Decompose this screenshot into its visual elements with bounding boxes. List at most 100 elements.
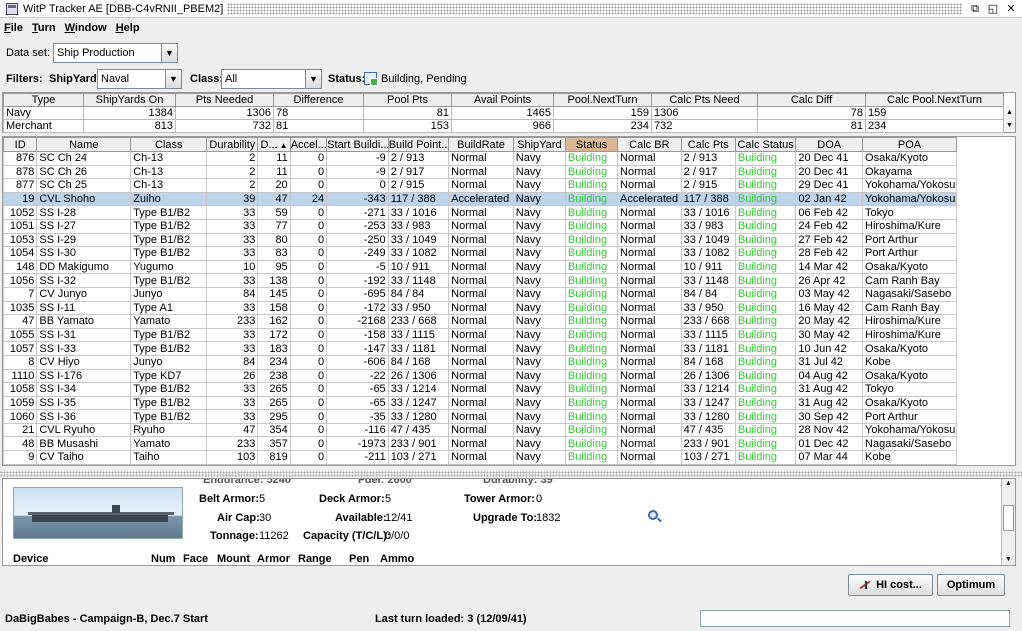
table-cell: -343 xyxy=(326,191,389,207)
table-cell: 233 / 901 xyxy=(680,436,736,452)
status-filter-icon[interactable] xyxy=(364,72,378,86)
summary-row[interactable]: Merchant 813 732 81 153 966 234 732 81 234 xyxy=(3,119,1004,133)
magnifier-icon[interactable] xyxy=(648,510,658,520)
table-row[interactable]: 876 SC Ch 24 Ch-13 2 11 0 -9 2 / 913 Normal Navy B… xyxy=(3,151,957,166)
table-row[interactable]: 1055 SS I-31 Type B1/B2 33 172 0 -158 33 / 1115… xyxy=(3,327,957,343)
summary-column-header[interactable]: Calc Diff xyxy=(757,93,866,107)
table-cell: Normal xyxy=(448,409,514,424)
table-row[interactable]: 878 SC Ch 26 Ch-13 2 11 0 -9 2 / 917 Normal Navy B… xyxy=(3,164,957,180)
maximize-window-icon[interactable]: ◱ xyxy=(986,2,1000,16)
table-cell: 84 xyxy=(206,286,259,302)
menu-help[interactable]: Help xyxy=(116,22,140,34)
summary-column-header[interactable]: Pool.NextTurn xyxy=(553,93,652,107)
grid-column-header[interactable]: Name xyxy=(36,137,132,152)
table-cell: Type B1/B2 xyxy=(130,205,208,220)
grid-column-header[interactable]: Start Buildi... xyxy=(326,137,389,152)
table-row[interactable]: 877 SC Ch 25 Ch-13 2 20 0 0 2 / 915 Normal Navy Bu… xyxy=(3,178,957,193)
class-filter-select[interactable]: All ▼ xyxy=(221,69,322,89)
summary-column-header[interactable]: Calc Pts Need xyxy=(651,93,758,107)
tower-armor-value: 0 xyxy=(536,493,543,505)
table-cell: Normal xyxy=(617,341,682,356)
table-cell: Type B1/B2 xyxy=(130,273,208,288)
table-row[interactable]: 1051 SS I-27 Type B1/B2 33 77 0 -253 33 / 983 No… xyxy=(3,218,957,234)
menu-window[interactable]: Window xyxy=(65,22,107,34)
menu-turn[interactable]: Turn xyxy=(32,22,56,34)
grid-column-header[interactable]: ShipYard xyxy=(512,137,566,152)
table-row[interactable]: 148 DD Makigumo Yugumo 10 95 0 -5 10 / 911 Norma… xyxy=(3,259,957,275)
summary-column-header[interactable]: Pts Needed xyxy=(175,93,274,107)
summary-column-header[interactable]: Pool Pts xyxy=(363,93,452,107)
table-cell: 878 xyxy=(3,164,38,180)
table-cell: 33 / 1280 xyxy=(387,409,450,424)
table-cell: 138 xyxy=(257,273,291,288)
summary-scrollbar[interactable]: ▲ ▼ xyxy=(1003,106,1015,132)
restore-window-icon[interactable]: ⧉ xyxy=(968,2,982,16)
range-column-header: Range xyxy=(298,553,332,565)
table-row[interactable]: 1056 SS I-32 Type B1/B2 33 138 0 -192 33 / 1148… xyxy=(3,273,957,288)
hi-cost-button[interactable]: HI cost... xyxy=(848,574,933,596)
table-row[interactable]: 1058 SS I-34 Type B1/B2 33 265 0 -65 33 / 1214 N… xyxy=(3,382,957,397)
summary-column-header[interactable]: Avail Points xyxy=(451,93,554,107)
grid-column-header[interactable]: Status xyxy=(564,137,619,152)
panel-splitter[interactable] xyxy=(0,471,1022,477)
table-row[interactable]: 9 CV Taiho Taiho 103 819 0 -211 103 / 271 Normal… xyxy=(3,450,957,465)
detail-scrollbar[interactable]: ▲ ▼ xyxy=(1001,479,1015,565)
table-cell: 0 xyxy=(289,395,328,411)
table-row[interactable]: 1054 SS I-30 Type B1/B2 33 83 0 -249 33 / 1082 N… xyxy=(3,246,957,261)
chevron-down-icon[interactable]: ▼ xyxy=(161,44,177,62)
table-cell: 33 / 1115 xyxy=(387,327,450,343)
grid-column-header[interactable]: Calc Status xyxy=(734,137,797,152)
table-cell: 1058 xyxy=(3,382,38,397)
grid-column-header[interactable]: D... ▲ xyxy=(257,137,291,152)
table-row[interactable]: 48 BB Musashi Yamato 233 357 0 -1973 233 / 901 N… xyxy=(3,436,957,452)
table-cell: Building xyxy=(734,232,797,248)
ship-image xyxy=(13,487,183,539)
sort-ascending-icon[interactable]: ▲ xyxy=(280,141,288,150)
table-row[interactable]: 19 CVL Shoho Zuiho 39 47 24 -343 117 / 388 Accel… xyxy=(3,191,957,207)
grid-column-header[interactable]: BuildRate xyxy=(448,137,514,152)
grid-column-header[interactable]: DOA xyxy=(795,137,864,152)
close-window-icon[interactable]: ✕ xyxy=(1004,2,1018,16)
scroll-down-icon[interactable]: ▼ xyxy=(1002,555,1015,565)
grid-column-header[interactable]: ID xyxy=(3,137,38,152)
grid-column-header[interactable]: Calc Pts xyxy=(680,137,736,152)
optimum-button[interactable]: Optimum xyxy=(937,574,1005,596)
summary-column-header[interactable]: Calc Pool.NextTurn xyxy=(865,93,1004,107)
summary-column-header[interactable]: Type xyxy=(3,93,84,107)
table-cell: -695 xyxy=(326,286,389,302)
table-row[interactable]: 47 BB Yamato Yamato 233 162 0 -2168 233 / 668 No… xyxy=(3,314,957,329)
table-row[interactable]: 1060 SS I-36 Type B1/B2 33 295 0 -35 33 / 1280 N… xyxy=(3,409,957,424)
upgrade-to-label: Upgrade To: xyxy=(473,512,537,524)
table-row[interactable]: 1053 SS I-29 Type B1/B2 33 80 0 -250 33 / 1049 N… xyxy=(3,232,957,248)
table-cell: Normal xyxy=(617,232,682,248)
scroll-thumb[interactable] xyxy=(1003,505,1014,531)
table-row[interactable]: 1057 SS I-33 Type B1/B2 33 183 0 -147 33 / 1181… xyxy=(3,341,957,356)
summary-column-header[interactable]: ShipYards On xyxy=(83,93,176,107)
num-column-header: Num xyxy=(151,553,176,565)
summary-column-header[interactable]: Difference xyxy=(273,93,364,107)
status-filter-value[interactable]: Building, Pending xyxy=(381,73,467,85)
table-cell: Normal xyxy=(448,178,514,193)
table-row[interactable]: 1035 SS I-11 Type A1 33 158 0 -172 33 / 950 Norm… xyxy=(3,300,957,316)
table-row[interactable]: 1110 SS I-176 Type KD7 26 238 0 -22 26 / 1306 No… xyxy=(3,368,957,384)
grid-column-header[interactable]: Calc BR xyxy=(617,137,682,152)
shipyard-filter-select[interactable]: Naval ▼ xyxy=(97,69,182,89)
grid-column-header[interactable]: Durability xyxy=(206,137,259,152)
grid-column-header[interactable]: POA xyxy=(862,137,957,152)
chevron-down-icon[interactable]: ▼ xyxy=(305,70,321,88)
table-row[interactable]: 7 CV Junyo Junyo 84 145 0 -695 84 / 84 Normal Nav… xyxy=(3,286,957,302)
table-row[interactable]: 1059 SS I-35 Type B1/B2 33 265 0 -65 33 / 1247 N… xyxy=(3,395,957,411)
table-row[interactable]: 8 CV Hiyo Junyo 84 234 0 -606 84 / 168 Normal Nav… xyxy=(3,354,957,370)
scroll-up-icon[interactable]: ▲ xyxy=(1002,479,1015,489)
menu-file[interactable]: File xyxy=(4,22,23,34)
summary-row[interactable]: Navy 1384 1306 78 81 1465 159 1306 78 159 xyxy=(3,106,1004,120)
table-row[interactable]: 21 CVL Ryuho Ryuho 47 354 0 -116 47 / 435 Normal… xyxy=(3,422,957,438)
table-cell: -22 xyxy=(326,368,389,384)
table-row[interactable]: 1052 SS I-28 Type B1/B2 33 59 0 -271 33 / 1016 N… xyxy=(3,205,957,220)
grid-column-header[interactable]: Class xyxy=(130,137,208,152)
table-cell: 33 / 1049 xyxy=(680,232,736,248)
dataset-select[interactable]: Ship Production ▼ xyxy=(53,43,178,63)
chevron-down-icon[interactable]: ▼ xyxy=(165,70,181,88)
grid-column-header[interactable]: Build Point... xyxy=(387,137,450,152)
grid-column-header[interactable]: Accel... xyxy=(289,137,328,152)
